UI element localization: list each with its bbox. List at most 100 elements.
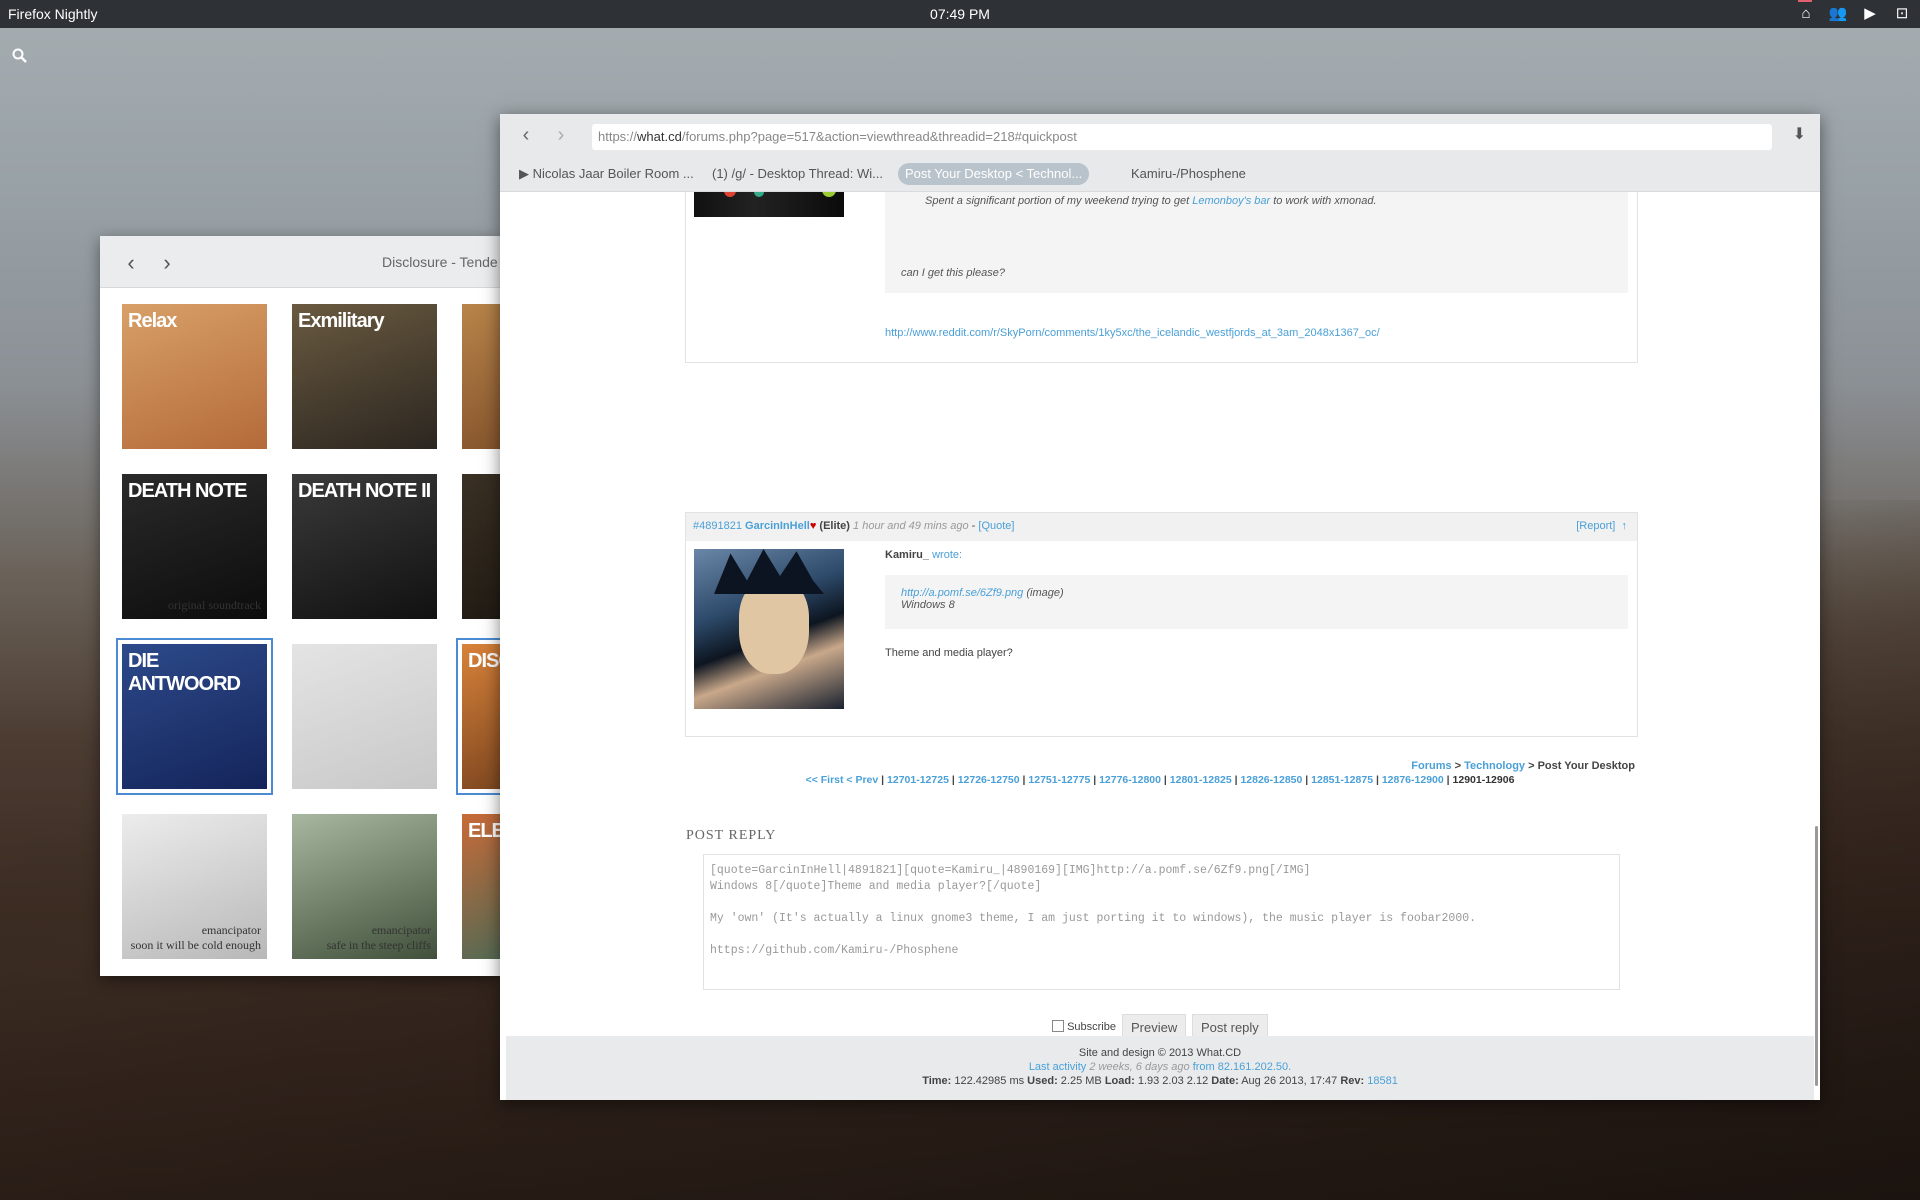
now-playing-title: Disclosure - Tende <box>382 254 498 270</box>
heart-icon: ♥ <box>809 520 817 532</box>
quote-link[interactable]: Lemonboy's bar <box>1192 195 1270 207</box>
album-title: ELE SUR <box>468 820 500 842</box>
album-cover[interactable] <box>462 304 500 449</box>
top-panel: Firefox Nightly 07:49 PM ⌂ 👥 ▶ ⊡ <box>0 0 1920 28</box>
stats-line: Time: 122.42985 ms Used: 2.25 MB Load: 1… <box>922 1075 1398 1087</box>
url-input[interactable]: https://what.cd/forums.php?page=517&acti… <box>592 124 1772 150</box>
system-tray: ⌂ 👥 ▶ ⊡ <box>1796 4 1912 24</box>
browser-window: ‹ › https://what.cd/forums.php?page=517&… <box>500 114 1820 1100</box>
tab-post-your-desktop[interactable]: Post Your Desktop < Technol... <box>898 163 1090 185</box>
scroll-top-icon[interactable]: ↑ <box>1622 520 1628 532</box>
scrollbar[interactable] <box>1815 826 1818 1086</box>
notification-indicator <box>1798 0 1812 2</box>
post-time: 1 hour and 49 mins ago <box>853 520 969 532</box>
avatar <box>694 549 844 709</box>
back-icon[interactable]: ‹ <box>516 124 536 147</box>
page-link[interactable]: 12851-12875 <box>1311 774 1373 786</box>
album-title: DISC <box>468 650 500 672</box>
page-link[interactable]: 12701-12725 <box>887 774 949 786</box>
quoted-user: Kamiru_ <box>885 549 930 561</box>
page-link[interactable]: 12801-12825 <box>1170 774 1232 786</box>
clock[interactable]: 07:49 PM <box>0 6 1920 22</box>
subscribe-checkbox[interactable] <box>1052 1020 1064 1032</box>
user-rank: (Elite) <box>819 520 850 532</box>
forward-icon[interactable]: › <box>156 250 178 276</box>
page-link[interactable]: 12876-12900 <box>1382 774 1444 786</box>
page-link[interactable]: 12751-12775 <box>1028 774 1090 786</box>
album-cover[interactable]: emancipator safe in the steep cliffs <box>292 814 437 959</box>
post-id-link[interactable]: #4891821 <box>693 520 742 532</box>
reddit-link[interactable]: http://www.reddit.com/r/SkyPorn/comments… <box>885 327 1380 339</box>
last-activity-link[interactable]: Last activity <box>1029 1061 1086 1073</box>
quote-button[interactable]: [Quote] <box>978 520 1014 532</box>
breadcrumb-separator: > <box>1451 760 1465 772</box>
post-header: #4891821 GarcinInHell♥ (Elite) 1 hour an… <box>686 513 1637 541</box>
revision-link[interactable]: 18581 <box>1367 1075 1398 1087</box>
reply-textarea[interactable]: [quote=GarcinInHell|4891821][quote=Kamir… <box>703 854 1620 990</box>
forum-post: Spent a significant portion of my weeken… <box>685 192 1638 363</box>
tab-desktop-thread[interactable]: (1) /g/ - Desktop Thread: Wi... <box>705 163 890 185</box>
album-cover[interactable]: DEATH NOTE original soundtrack <box>122 474 267 619</box>
album-art <box>292 644 437 789</box>
album-cover[interactable]: DEATH NOTE II <box>292 474 437 619</box>
page-link[interactable]: 12826-12850 <box>1240 774 1302 786</box>
quote-text: Spent a significant portion of my weeken… <box>925 195 1190 207</box>
post-reply-heading: POST REPLY <box>686 828 777 843</box>
post-author-link[interactable]: GarcinInHell <box>745 520 810 532</box>
album-cover[interactable] <box>462 474 500 619</box>
album-cover[interactable]: ELE SUR <box>462 814 500 959</box>
report-button[interactable]: [Report] <box>1576 520 1615 532</box>
quote-os: Windows 8 <box>901 599 955 611</box>
post-body: Theme and media player? <box>885 647 1013 659</box>
current-page: 12901-12906 <box>1452 774 1515 786</box>
page-link[interactable]: 12726-12750 <box>958 774 1020 786</box>
album-cover[interactable]: DIE ANTWOORD <box>116 638 273 795</box>
navigation-bar: ‹ › https://what.cd/forums.php?page=517&… <box>500 114 1820 156</box>
album-title: DEATH NOTE <box>128 480 248 502</box>
media-player-window: ‹ › Disclosure - Tende Relax Exmilitary DE… <box>100 236 500 976</box>
quote-block: Spent a significant portion of my weeken… <box>885 192 1628 293</box>
quote-tail: to work with xmonad. <box>1273 195 1377 207</box>
wrote-label: wrote: <box>932 549 963 561</box>
last-activity-time: 2 weeks, 6 days ago <box>1089 1061 1190 1073</box>
album-cover[interactable]: DISC <box>456 638 500 795</box>
album-cover[interactable]: Relax <box>122 304 267 449</box>
back-icon[interactable]: ‹ <box>120 250 142 276</box>
quote-request: can I get this please? <box>901 267 1005 279</box>
album-title: DIE ANTWOORD <box>128 650 241 695</box>
image-label: (image) <box>1026 587 1064 599</box>
pagination: << First < Prev | 12701-12725 | 12726-12… <box>805 774 1515 786</box>
quote-attribution: Kamiru_ wrote: <box>885 549 962 561</box>
avatar <box>694 192 844 217</box>
crop-icon[interactable]: ⊡ <box>1892 4 1912 24</box>
breadcrumb-forums[interactable]: Forums <box>1411 760 1451 772</box>
quote-block: http://a.pomf.se/6Zf9.png (image) Window… <box>885 575 1628 629</box>
camera-icon[interactable]: ▶ <box>1860 4 1880 24</box>
forward-icon[interactable]: › <box>551 124 571 147</box>
contacts-icon[interactable]: 👥 <box>1828 4 1848 24</box>
album-caption: emancipator safe in the steep cliffs <box>326 923 431 952</box>
media-toolbar: ‹ › Disclosure - Tende <box>100 236 500 288</box>
ip-link[interactable]: from 82.161.202.50. <box>1193 1061 1291 1073</box>
album-cover[interactable]: Exmilitary <box>292 304 437 449</box>
album-cover[interactable]: emancipator soon it will be cold enough <box>122 814 267 959</box>
search-icon[interactable] <box>12 48 30 66</box>
tab-phosphene[interactable]: Kamiru-/Phosphene <box>1124 163 1253 185</box>
album-cover[interactable] <box>292 644 437 789</box>
tab-boiler-room[interactable]: ▶ Nicolas Jaar Boiler Room ... <box>512 163 701 185</box>
home-icon[interactable]: ⌂ <box>1796 4 1816 24</box>
album-art <box>462 304 500 449</box>
album-title: Relax <box>128 310 177 332</box>
breadcrumb-technology[interactable]: Technology <box>1464 760 1525 772</box>
page-link[interactable]: 12776-12800 <box>1099 774 1161 786</box>
forum-post: #4891821 GarcinInHell♥ (Elite) 1 hour an… <box>685 512 1638 737</box>
download-icon[interactable]: ⬇ <box>1793 124 1806 144</box>
page-content: Spent a significant portion of my weeken… <box>500 192 1820 1100</box>
page-footer: Site and design © 2013 What.CD Last acti… <box>506 1036 1814 1100</box>
subscribe-label: Subscribe <box>1067 1021 1116 1033</box>
separator: - <box>968 520 979 532</box>
image-link[interactable]: http://a.pomf.se/6Zf9.png <box>901 587 1023 599</box>
album-caption: original soundtrack <box>168 598 261 612</box>
breadcrumb-current: > Post Your Desktop <box>1525 760 1635 772</box>
first-prev-link[interactable]: << First < Prev <box>806 774 879 786</box>
